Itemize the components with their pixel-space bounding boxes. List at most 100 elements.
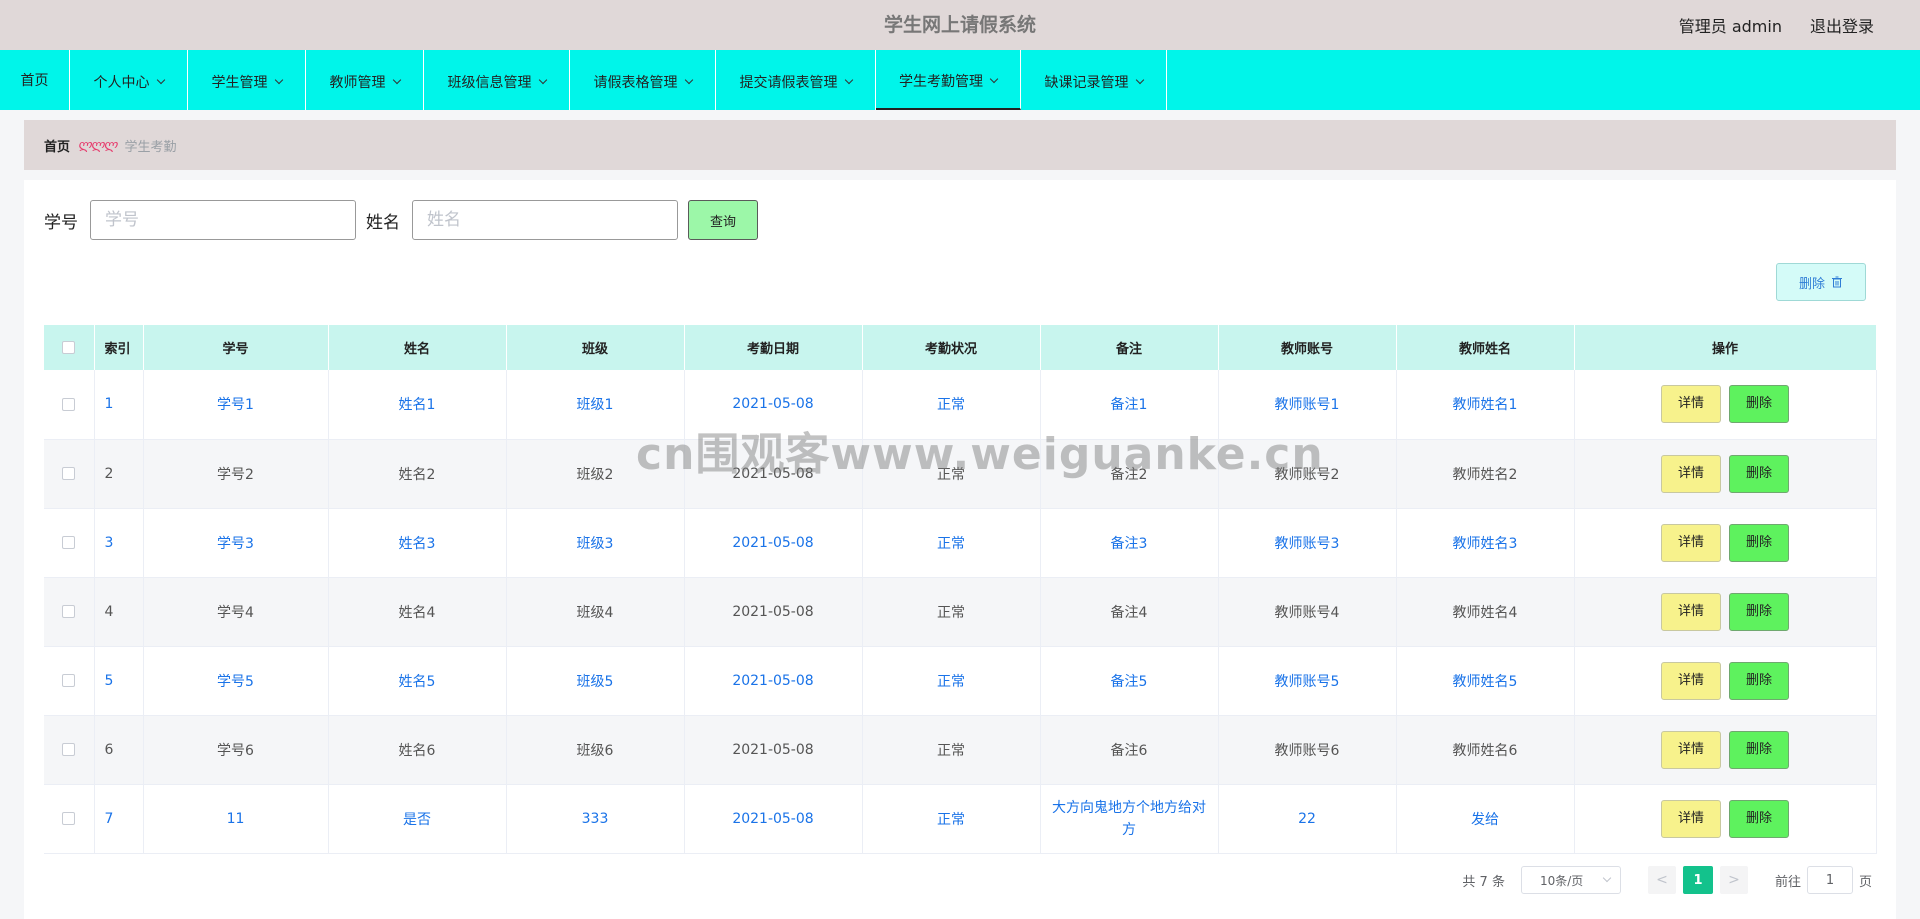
nav-item-label: 个人中心 [93, 75, 150, 91]
row-checkbox[interactable] [62, 743, 76, 756]
delete-button[interactable]: 删除 [1729, 454, 1789, 493]
table-row[interactable]: 6 学号6 姓名6 班级6 2021-05-08 正常 备注6 教师账号6 教师… [44, 715, 1877, 785]
cell-class: 班级1 [506, 370, 685, 440]
row-checkbox[interactable] [62, 605, 76, 618]
cell-teacher-name: 教师姓名5 [1396, 646, 1575, 716]
student-no-input[interactable] [90, 200, 356, 240]
nav-item-submit-leave-management[interactable]: 提交请假表管理 [716, 50, 876, 110]
nav-item-personal-center[interactable]: 个人中心 [70, 50, 188, 110]
user-area: 管理员 admin 退出登录 [1679, 0, 1874, 50]
cell-index: 7 [94, 784, 144, 854]
delete-button[interactable]: 删除 [1729, 592, 1789, 631]
cell-remark: 大方向鬼地方个地方给对方 [1040, 784, 1219, 854]
cell-date: 2021-05-08 [684, 715, 863, 785]
cell-class: 班级3 [506, 508, 685, 578]
chevron-down-icon [684, 75, 693, 84]
row-checkbox-cell [44, 439, 95, 509]
detail-button[interactable]: 详情 [1661, 523, 1721, 562]
detail-button[interactable]: 详情 [1661, 385, 1721, 424]
content-panel: 学号 姓名 查询 删除 索引 学号 姓名 班级 考勤日 [24, 180, 1896, 919]
row-checkbox[interactable] [62, 467, 76, 480]
next-page-button[interactable]: > [1719, 866, 1748, 894]
query-button[interactable]: 查询 [688, 200, 758, 240]
table-row[interactable]: 7 11 是否 333 2021-05-08 正常 大方向鬼地方个地方给对方 2… [44, 784, 1877, 854]
delete-button[interactable]: 删除 [1729, 385, 1789, 424]
cell-teacher-account: 教师账号3 [1218, 508, 1397, 578]
row-checkbox[interactable] [62, 674, 76, 687]
table-row[interactable]: 5 学号5 姓名5 班级5 2021-05-08 正常 备注5 教师账号5 教师… [44, 646, 1877, 716]
nav-item-attendance-management[interactable]: 学生考勤管理 [876, 50, 1021, 110]
prev-page-button[interactable]: < [1647, 866, 1676, 894]
nav-item-teacher-management[interactable]: 教师管理 [306, 50, 424, 110]
detail-button[interactable]: 详情 [1661, 592, 1721, 631]
delete-button[interactable]: 删除 [1729, 799, 1789, 838]
page-number-button[interactable]: 1 [1682, 866, 1713, 894]
column-header: 教师账号 [1218, 325, 1397, 370]
row-checkbox[interactable] [62, 397, 76, 411]
table-row[interactable]: 4 学号4 姓名4 班级4 2021-05-08 正常 备注4 教师账号4 教师… [44, 577, 1877, 647]
cell-name: 姓名3 [328, 508, 507, 578]
detail-button[interactable]: 详情 [1661, 730, 1721, 769]
cell-actions: 详情 删除 [1574, 646, 1877, 716]
column-header: 考勤日期 [684, 325, 863, 370]
chevron-down-icon [274, 75, 283, 84]
cell-student-no: 学号6 [143, 715, 329, 785]
cell-date: 2021-05-08 [684, 577, 863, 647]
table-row[interactable]: 3 学号3 姓名3 班级3 2021-05-08 正常 备注3 教师账号3 教师… [44, 508, 1877, 578]
nav-item-student-management[interactable]: 学生管理 [188, 50, 306, 110]
cell-status: 正常 [862, 646, 1041, 716]
breadcrumb-current: 学生考勤 [124, 139, 177, 155]
nav-item-label: 教师管理 [329, 75, 386, 91]
nav-item-leave-form-management[interactable]: 请假表格管理 [570, 50, 716, 110]
logout-link[interactable]: 退出登录 [1810, 13, 1874, 37]
cell-name: 姓名1 [328, 370, 507, 440]
cell-teacher-name: 教师姓名3 [1396, 508, 1575, 578]
cell-class: 班级6 [506, 715, 685, 785]
breadcrumb-separator-icon: ლლლ [78, 137, 118, 153]
chevron-down-icon [156, 75, 165, 84]
breadcrumb-home[interactable]: 首页 [44, 136, 70, 155]
cell-teacher-account: 教师账号4 [1218, 577, 1397, 647]
nav-item-label: 学生管理 [211, 75, 268, 91]
nav-item-absence-record-management[interactable]: 缺课记录管理 [1021, 50, 1167, 110]
goto-page: 前往 页 [1775, 866, 1872, 894]
chevron-down-icon [1135, 75, 1144, 84]
cell-name: 姓名6 [328, 715, 507, 785]
cell-actions: 详情 删除 [1574, 577, 1877, 647]
select-all-checkbox[interactable] [62, 341, 76, 354]
table-row[interactable]: 2 学号2 姓名2 班级2 2021-05-08 正常 备注2 教师账号2 教师… [44, 439, 1877, 509]
pagination-total: 共 7 条 [1462, 874, 1505, 890]
detail-button[interactable]: 详情 [1661, 661, 1721, 700]
cell-teacher-account: 教师账号1 [1218, 370, 1397, 440]
column-header: 教师姓名 [1396, 325, 1575, 370]
row-checkbox-cell [44, 784, 95, 854]
goto-suffix: 页 [1858, 874, 1872, 890]
batch-delete-button[interactable]: 删除 [1776, 263, 1866, 301]
column-header: 姓名 [328, 325, 507, 370]
nav-item-label: 提交请假表管理 [739, 75, 838, 91]
cell-remark: 备注5 [1040, 646, 1219, 716]
page-size-select[interactable]: 10条/页 [1520, 866, 1621, 894]
cell-student-no: 学号3 [143, 508, 329, 578]
nav-item-class-info-management[interactable]: 班级信息管理 [424, 50, 570, 110]
detail-button[interactable]: 详情 [1661, 454, 1721, 493]
name-input[interactable] [412, 200, 678, 240]
goto-page-input[interactable] [1806, 866, 1853, 894]
cell-name: 是否 [328, 784, 507, 854]
table-row[interactable]: 1 学号1 姓名1 班级1 2021-05-08 正常 备注1 教师账号1 教师… [44, 370, 1877, 440]
delete-button[interactable]: 删除 [1729, 523, 1789, 562]
cell-name: 姓名2 [328, 439, 507, 509]
nav-item-label: 班级信息管理 [447, 75, 532, 91]
row-checkbox[interactable] [62, 812, 76, 825]
pagination: 共 7 条 10条/页 < 1 > 前往 页 [1462, 866, 1872, 894]
cell-index: 5 [94, 646, 144, 716]
cell-index: 2 [94, 439, 144, 509]
delete-button[interactable]: 删除 [1729, 730, 1789, 769]
cell-teacher-name: 教师姓名6 [1396, 715, 1575, 785]
app-title: 学生网上请假系统 [883, 14, 1036, 36]
nav-item-home[interactable]: 首页 [0, 50, 70, 110]
row-checkbox[interactable] [62, 536, 76, 549]
detail-button[interactable]: 详情 [1661, 799, 1721, 838]
cell-remark: 备注4 [1040, 577, 1219, 647]
delete-button[interactable]: 删除 [1729, 661, 1789, 700]
